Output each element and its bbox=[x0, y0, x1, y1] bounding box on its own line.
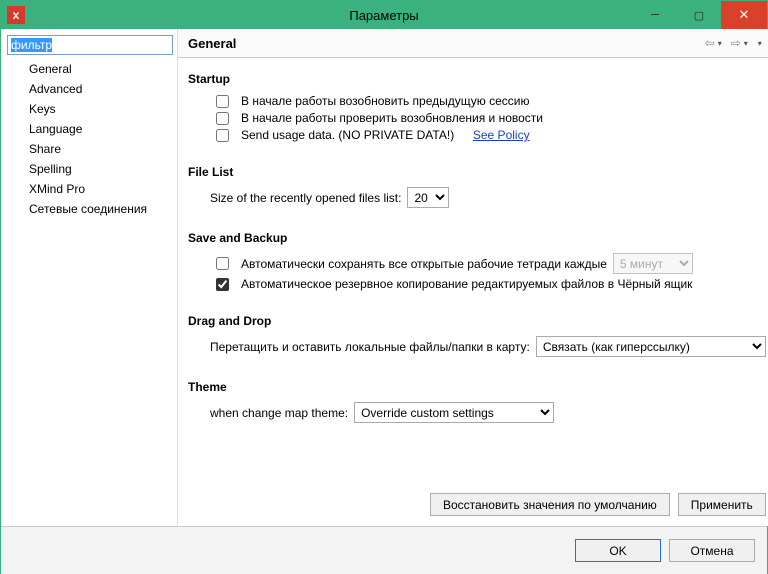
sidebar: General Advanced Keys Language Share Spe… bbox=[1, 29, 177, 526]
maximize-button[interactable]: ▢ bbox=[677, 1, 721, 29]
section-theme-title: Theme bbox=[188, 380, 766, 394]
checkbox-auto-save[interactable] bbox=[216, 257, 229, 270]
checkbox-send-usage[interactable] bbox=[216, 129, 229, 142]
label-auto-save: Автоматически сохранять все открытые раб… bbox=[241, 257, 607, 271]
label-restore-session: В начале работы возобновить предыдущую с… bbox=[241, 94, 529, 108]
checkbox-restore-session[interactable] bbox=[216, 95, 229, 108]
menu-icon[interactable]: ▾ bbox=[758, 39, 762, 48]
label-filelist-size: Size of the recently opened files list: bbox=[210, 191, 401, 205]
cancel-button[interactable]: Отмена bbox=[669, 539, 755, 562]
restore-defaults-button[interactable]: Восстановить значения по умолчанию bbox=[430, 493, 670, 516]
apply-button[interactable]: Применить bbox=[678, 493, 766, 516]
label-send-usage: Send usage data. (NO PRIVATE DATA!) bbox=[241, 128, 454, 142]
main-panel: General ⇦▾ ⇨▾ ▾ Startup В начале работы … bbox=[177, 29, 768, 526]
section-startup-title: Startup bbox=[188, 72, 766, 86]
title-bar: x Параметры ─ ▢ ✕ bbox=[1, 1, 767, 29]
back-icon[interactable]: ⇦ bbox=[702, 35, 718, 51]
ok-button[interactable]: OK bbox=[575, 539, 661, 562]
forward-menu-icon[interactable]: ▾ bbox=[744, 39, 748, 48]
forward-icon[interactable]: ⇨ bbox=[728, 35, 744, 51]
nav-item-general[interactable]: General bbox=[29, 59, 173, 79]
nav-item-advanced[interactable]: Advanced bbox=[29, 79, 173, 99]
close-button[interactable]: ✕ bbox=[721, 1, 767, 29]
section-filelist-title: File List bbox=[188, 165, 766, 179]
back-menu-icon[interactable]: ▾ bbox=[718, 39, 722, 48]
nav-item-keys[interactable]: Keys bbox=[29, 99, 173, 119]
minimize-button[interactable]: ─ bbox=[633, 1, 677, 29]
filter-input[interactable] bbox=[7, 35, 173, 55]
label-check-updates: В начале работы проверить возобновления … bbox=[241, 111, 543, 125]
nav-item-share[interactable]: Share bbox=[29, 139, 173, 159]
main-header: General ⇦▾ ⇨▾ ▾ bbox=[178, 29, 768, 58]
nav-item-language[interactable]: Language bbox=[29, 119, 173, 139]
select-filelist-size[interactable]: 20 bbox=[407, 187, 449, 208]
nav-item-network[interactable]: Сетевые соединения bbox=[29, 199, 173, 219]
select-auto-save-interval: 5 минут bbox=[613, 253, 693, 274]
link-see-policy[interactable]: See Policy bbox=[473, 128, 530, 142]
dialog-button-bar: OK Отмена bbox=[1, 526, 767, 574]
label-dragdrop: Перетащить и оставить локальные файлы/па… bbox=[210, 340, 530, 354]
select-theme[interactable]: Override custom settings bbox=[354, 402, 554, 423]
app-icon: x bbox=[7, 6, 25, 24]
checkbox-auto-backup[interactable] bbox=[216, 278, 229, 291]
nav-item-spelling[interactable]: Spelling bbox=[29, 159, 173, 179]
select-dragdrop[interactable]: Связать (как гиперссылку) bbox=[536, 336, 766, 357]
label-auto-backup: Автоматическое резервное копирование ред… bbox=[241, 277, 692, 291]
section-dragdrop-title: Drag and Drop bbox=[188, 314, 766, 328]
nav-list: General Advanced Keys Language Share Spe… bbox=[7, 59, 173, 219]
checkbox-check-updates[interactable] bbox=[216, 112, 229, 125]
section-savebackup-title: Save and Backup bbox=[188, 231, 766, 245]
label-theme: when change map theme: bbox=[210, 406, 348, 420]
nav-item-xmindpro[interactable]: XMind Pro bbox=[29, 179, 173, 199]
page-title: General bbox=[188, 36, 236, 51]
